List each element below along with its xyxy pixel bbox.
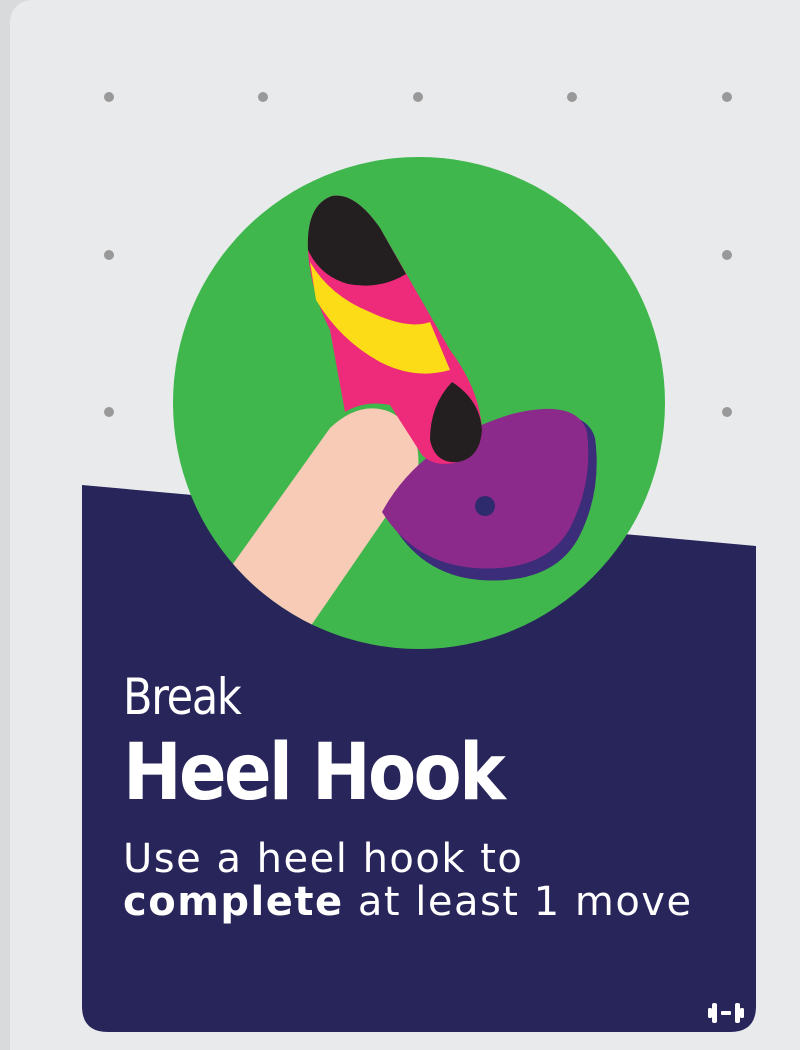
challenge-title: Heel Hook bbox=[123, 728, 506, 818]
hold-bolt bbox=[475, 496, 495, 516]
challenge-category: Break bbox=[123, 668, 242, 726]
grid-dot bbox=[722, 92, 732, 102]
challenge-card[interactable]: Break Heel Hook Use a heel hook to compl… bbox=[10, 0, 800, 1050]
challenge-description: Use a heel hook to complete at least 1 m… bbox=[123, 838, 763, 924]
grid-dot bbox=[104, 250, 114, 260]
description-line-1: Use a heel hook to bbox=[123, 836, 524, 882]
description-emphasis: complete bbox=[123, 879, 344, 925]
grid-dot bbox=[104, 407, 114, 417]
challenge-text: Break Heel Hook Use a heel hook to compl… bbox=[123, 668, 763, 924]
grid-dot bbox=[413, 92, 423, 102]
grid-dot bbox=[722, 407, 732, 417]
description-line-2: at least 1 move bbox=[357, 879, 693, 925]
grid-dot bbox=[104, 92, 114, 102]
grid-dot bbox=[722, 250, 732, 260]
grid-dot bbox=[258, 92, 268, 102]
grid-dot bbox=[567, 92, 577, 102]
dumbbell-icon bbox=[708, 1003, 744, 1023]
